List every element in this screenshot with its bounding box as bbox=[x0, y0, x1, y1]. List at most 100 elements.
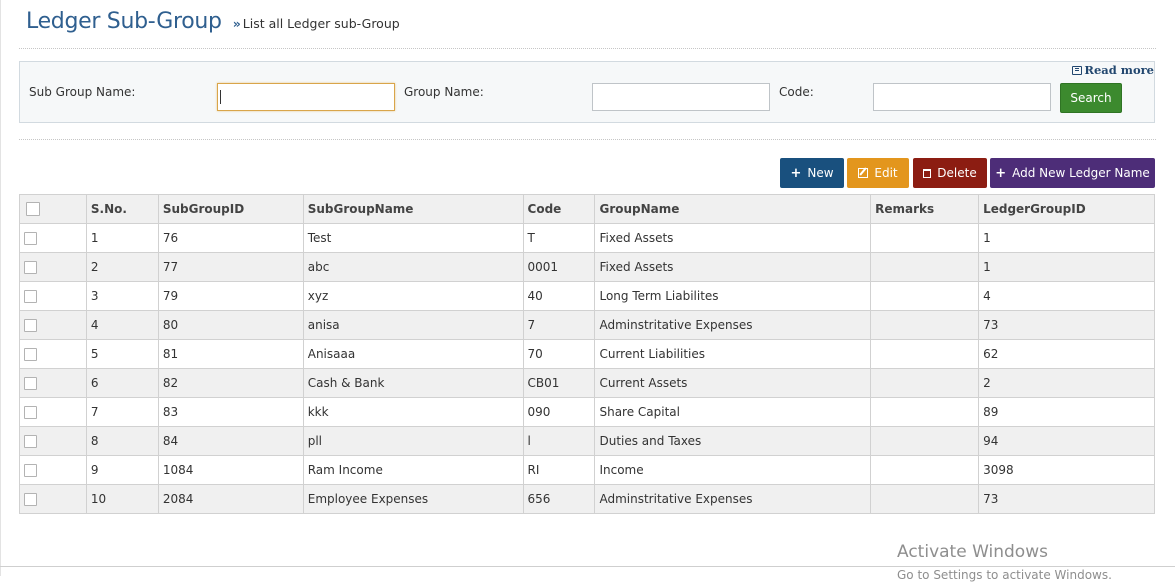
row-checkbox[interactable] bbox=[24, 319, 37, 332]
cell-subgroupname: Cash & Bank bbox=[302, 368, 524, 398]
cell-remarks bbox=[870, 252, 980, 282]
cell-groupname: Income bbox=[594, 455, 872, 485]
add-new-ledger-name-label: Add New Ledger Name bbox=[1012, 166, 1150, 180]
cell-remarks bbox=[870, 368, 980, 398]
cell-ledgergroupid: 1 bbox=[978, 252, 1155, 282]
table-row[interactable]: 8 84 pll l Duties and Taxes 94 bbox=[19, 426, 1155, 456]
column-header-ledgergroupid[interactable]: LedgerGroupID bbox=[978, 194, 1155, 224]
row-checkbox[interactable] bbox=[24, 261, 37, 274]
row-checkbox[interactable] bbox=[24, 435, 37, 448]
cell-groupname: Duties and Taxes bbox=[594, 426, 872, 456]
cell-ledgergroupid: 94 bbox=[978, 426, 1155, 456]
row-checkbox[interactable] bbox=[24, 406, 37, 419]
column-header-code[interactable]: Code bbox=[522, 194, 596, 224]
table-header-row: S.No. SubGroupID SubGroupName Code Group… bbox=[19, 194, 1155, 224]
watermark-title: Activate Windows bbox=[897, 542, 1048, 562]
cell-ledgergroupid: 1 bbox=[978, 223, 1155, 253]
cell-subgroupname: pll bbox=[302, 426, 524, 456]
cell-sno: 4 bbox=[85, 310, 159, 340]
row-checkbox[interactable] bbox=[24, 377, 37, 390]
new-button[interactable]: + New bbox=[780, 158, 844, 188]
edit-button[interactable]: Edit bbox=[847, 158, 909, 188]
ledger-sub-group-table: S.No. SubGroupID SubGroupName Code Group… bbox=[19, 194, 1155, 514]
table-row[interactable]: 6 82 Cash & Bank CB01 Current Assets 2 bbox=[19, 368, 1155, 398]
cell-code: l bbox=[522, 426, 596, 456]
select-all-checkbox[interactable] bbox=[26, 202, 40, 217]
column-header-groupname[interactable]: GroupName bbox=[594, 194, 872, 224]
table-row[interactable]: 10 2084 Employee Expenses 656 Adminstritativ… bbox=[19, 484, 1155, 514]
column-header-sno[interactable]: S.No. bbox=[85, 194, 159, 224]
cell-subgroupid: 83 bbox=[157, 397, 304, 427]
cell-subgroupid: 80 bbox=[157, 310, 304, 340]
code-input[interactable] bbox=[873, 83, 1051, 111]
plus-icon: + bbox=[790, 165, 802, 181]
table-row[interactable]: 3 79 xyz 40 Long Term Liabilites 4 bbox=[19, 281, 1155, 311]
sub-group-name-input[interactable] bbox=[217, 83, 395, 111]
row-select-cell bbox=[19, 397, 87, 427]
row-checkbox[interactable] bbox=[24, 464, 37, 477]
table-row[interactable]: 1 76 Test T Fixed Assets 1 bbox=[19, 223, 1155, 253]
cell-sno: 5 bbox=[85, 339, 159, 369]
table-body: 1 76 Test T Fixed Assets 1 2 77 abc 0001 Fixed Ass… bbox=[19, 223, 1155, 514]
column-header-subgroupid[interactable]: SubGroupID bbox=[157, 194, 304, 224]
row-select-cell bbox=[19, 426, 87, 456]
cell-subgroupid: 1084 bbox=[157, 455, 304, 485]
book-icon bbox=[1072, 65, 1083, 75]
row-checkbox[interactable] bbox=[24, 493, 37, 506]
cell-remarks bbox=[870, 223, 980, 253]
text-cursor bbox=[220, 90, 221, 104]
cell-subgroupname: Employee Expenses bbox=[302, 484, 524, 514]
row-checkbox[interactable] bbox=[24, 348, 37, 361]
cell-remarks bbox=[870, 455, 980, 485]
cell-groupname: Fixed Assets bbox=[594, 223, 872, 253]
add-new-ledger-name-button[interactable]: + Add New Ledger Name bbox=[990, 158, 1155, 188]
table-row[interactable]: 4 80 anisa 7 Adminstritative Expenses 73 bbox=[19, 310, 1155, 340]
group-name-input[interactable] bbox=[592, 83, 770, 111]
column-header-subgroupname[interactable]: SubGroupName bbox=[302, 194, 524, 224]
code-label: Code: bbox=[779, 85, 814, 99]
cell-subgroupname: abc bbox=[302, 252, 524, 282]
table-row[interactable]: 5 81 Anisaaa 70 Current Liabilities 62 bbox=[19, 339, 1155, 369]
divider bbox=[19, 48, 1156, 49]
delete-button[interactable]: Delete bbox=[913, 158, 987, 188]
cell-ledgergroupid: 62 bbox=[978, 339, 1155, 369]
row-select-cell bbox=[19, 252, 87, 282]
page-title: Ledger Sub-Group bbox=[26, 9, 222, 34]
table-row[interactable]: 2 77 abc 0001 Fixed Assets 1 bbox=[19, 252, 1155, 282]
cell-ledgergroupid: 3098 bbox=[978, 455, 1155, 485]
cell-code: RI bbox=[522, 455, 596, 485]
row-checkbox[interactable] bbox=[24, 232, 37, 245]
read-more-label: Read more bbox=[1084, 63, 1154, 77]
cell-subgroupid: 2084 bbox=[157, 484, 304, 514]
table-row[interactable]: 9 1084 Ram Income RI Income 3098 bbox=[19, 455, 1155, 485]
cell-code: 656 bbox=[522, 484, 596, 514]
cell-ledgergroupid: 2 bbox=[978, 368, 1155, 398]
cell-subgroupid: 81 bbox=[157, 339, 304, 369]
cell-remarks bbox=[870, 310, 980, 340]
cell-subgroupid: 79 bbox=[157, 281, 304, 311]
table-row[interactable]: 7 83 kkk 090 Share Capital 89 bbox=[19, 397, 1155, 427]
row-select-cell bbox=[19, 368, 87, 398]
select-all-cell bbox=[19, 194, 87, 224]
cell-sno: 10 bbox=[85, 484, 159, 514]
search-button[interactable]: Search bbox=[1060, 83, 1122, 113]
delete-button-label: Delete bbox=[937, 166, 977, 180]
row-checkbox[interactable] bbox=[24, 290, 37, 303]
double-chevron-right-icon: » bbox=[232, 16, 241, 31]
edit-icon bbox=[858, 168, 869, 178]
column-header-remarks[interactable]: Remarks bbox=[870, 194, 980, 224]
cell-sno: 2 bbox=[85, 252, 159, 282]
footer-divider bbox=[0, 566, 1175, 567]
cell-remarks bbox=[870, 339, 980, 369]
row-select-cell bbox=[19, 339, 87, 369]
read-more-link[interactable]: Read more bbox=[1072, 63, 1154, 77]
cell-remarks bbox=[870, 281, 980, 311]
row-select-cell bbox=[19, 281, 87, 311]
edit-button-label: Edit bbox=[874, 166, 898, 180]
cell-groupname: Share Capital bbox=[594, 397, 872, 427]
row-select-cell bbox=[19, 484, 87, 514]
plus-icon: + bbox=[995, 165, 1007, 181]
cell-remarks bbox=[870, 397, 980, 427]
group-name-label: Group Name: bbox=[404, 85, 484, 99]
cell-ledgergroupid: 4 bbox=[978, 281, 1155, 311]
